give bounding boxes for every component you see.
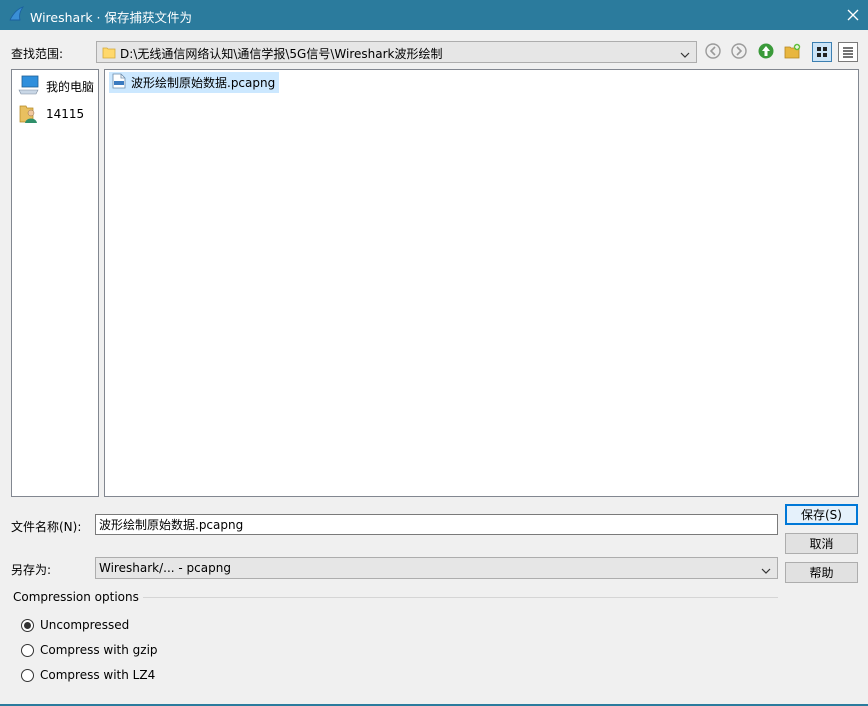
radio-label: Compress with gzip [40, 643, 158, 657]
chevron-down-icon [761, 564, 771, 574]
back-icon[interactable] [703, 41, 723, 61]
savetype-label: 另存为: [11, 563, 52, 577]
chevron-down-icon [680, 48, 690, 58]
save-button[interactable]: 保存(S) [785, 504, 858, 525]
wireshark-fin-icon [8, 6, 25, 22]
savetype-select[interactable]: Wireshark/... - pcapng [95, 557, 778, 579]
sidebar-item-label: 我的电脑 [46, 79, 95, 94]
places-sidebar: 我的电脑 14115 [11, 69, 99, 497]
window-title: Wireshark · 保存捕获文件为 [30, 10, 193, 25]
cancel-button[interactable]: 取消 [785, 533, 858, 554]
radio-button[interactable] [21, 618, 34, 632]
list-view-icon[interactable] [812, 42, 832, 62]
filename-input[interactable]: 波形绘制原始数据.pcapng [95, 514, 778, 535]
sidebar-item-label: 14115 [46, 107, 85, 121]
up-folder-icon[interactable] [756, 41, 776, 61]
group-divider [143, 597, 778, 598]
pcapng-file-icon [112, 73, 126, 92]
file-name: 波形绘制原始数据.pcapng [131, 76, 276, 90]
sidebar-item-user[interactable]: 14115 [18, 102, 84, 126]
new-folder-icon[interactable] [783, 41, 803, 61]
folder-icon [102, 45, 116, 59]
savetype-value: Wireshark/... - pcapng [99, 561, 231, 575]
radio-uncompressed[interactable]: Uncompressed [21, 617, 129, 633]
radio-button[interactable] [21, 643, 34, 657]
radio-lz4[interactable]: Compress with LZ4 [21, 667, 155, 683]
forward-icon[interactable] [729, 41, 749, 61]
radio-label: Uncompressed [40, 618, 130, 632]
radio-label: Compress with LZ4 [40, 668, 156, 682]
close-icon[interactable] [838, 0, 868, 30]
filename-value: 波形绘制原始数据.pcapng [99, 518, 244, 532]
detail-view-icon[interactable] [838, 42, 858, 62]
sidebar-item-my-computer[interactable]: 我的电脑 [18, 74, 94, 98]
list-item[interactable]: 波形绘制原始数据.pcapng [109, 72, 280, 93]
help-button[interactable]: 帮助 [785, 562, 858, 583]
compression-group-title: Compression options [13, 590, 139, 604]
lookin-label: 查找范围: [11, 47, 64, 61]
lookin-combo[interactable]: D:\无线通信网络认知\通信学报\5G信号\Wireshark波形绘制 [96, 41, 697, 63]
title-bar: Wireshark · 保存捕获文件为 [0, 0, 868, 30]
filename-label: 文件名称(N): [11, 520, 82, 534]
radio-gzip[interactable]: Compress with gzip [21, 642, 158, 658]
user-folder-icon [18, 102, 40, 127]
computer-icon [18, 75, 40, 98]
lookin-path: D:\无线通信网络认知\通信学报\5G信号\Wireshark波形绘制 [120, 47, 443, 61]
file-list[interactable]: 波形绘制原始数据.pcapng [104, 69, 859, 497]
radio-button[interactable] [21, 668, 34, 682]
